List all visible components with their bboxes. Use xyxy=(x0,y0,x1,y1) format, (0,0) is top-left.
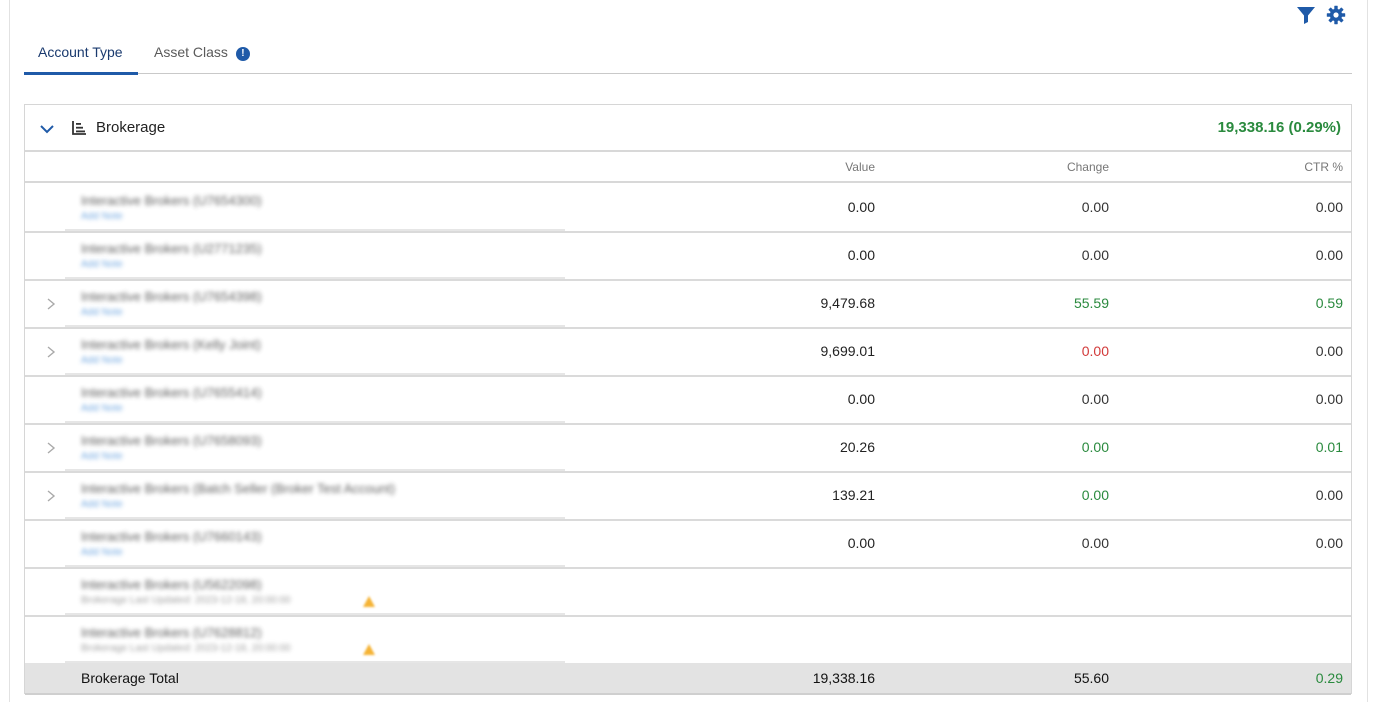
account-name[interactable]: Interactive Brokers (U2771235) xyxy=(81,241,262,256)
table-row[interactable]: Interactive Brokers (Kelly Joint) Add Not… xyxy=(25,329,1351,377)
account-value: 9,479.68 xyxy=(820,295,876,311)
account-name[interactable]: Interactive Brokers (Kelly Joint) xyxy=(81,337,261,352)
toolbar xyxy=(1296,5,1346,25)
group-total-summary: 19,338.16 (0.29%) xyxy=(1217,119,1341,136)
account-change: 0.00 xyxy=(1081,391,1109,407)
last-updated-text: Brokerage Last Updated: 2023-12-18, 20:0… xyxy=(81,595,291,606)
column-change[interactable]: Change xyxy=(1067,160,1109,174)
chevron-right-icon[interactable] xyxy=(45,489,57,503)
tab-account-type[interactable]: Account Type xyxy=(24,38,138,75)
account-change: 0.00 xyxy=(1081,199,1109,215)
last-updated-text: Brokerage Last Updated: 2023-12-18, 20:0… xyxy=(81,643,291,654)
table-row[interactable]: Interactive Brokers (U7655414) Add Note 0.… xyxy=(25,377,1351,425)
warning-icon[interactable] xyxy=(363,644,375,656)
chevron-right-icon[interactable] xyxy=(45,441,57,455)
add-note-link[interactable]: Add Note xyxy=(81,451,123,462)
account-ctr: 0.01 xyxy=(1315,439,1343,455)
view-tabs: Account Type Asset Class! xyxy=(24,38,1352,75)
account-info: Interactive Brokers (U7628812) Brokerage … xyxy=(65,617,565,663)
account-change: 0.00 xyxy=(1081,247,1109,263)
add-note-link[interactable]: Add Note xyxy=(81,355,123,366)
gear-icon[interactable] xyxy=(1326,5,1346,25)
tab-label: Account Type xyxy=(38,44,123,60)
add-note-link[interactable]: Add Note xyxy=(81,499,123,510)
account-info: Interactive Brokers (U7654398) Add Note xyxy=(65,281,565,327)
tab-asset-class[interactable]: Asset Class! xyxy=(154,38,250,74)
brokerage-panel: Brokerage 19,338.16 (0.29%) Value Change… xyxy=(24,104,1352,695)
account-value: 20.26 xyxy=(839,439,875,455)
filter-icon[interactable] xyxy=(1296,5,1316,25)
account-value: 0.00 xyxy=(847,391,875,407)
add-note-link[interactable]: Add Note xyxy=(81,259,123,270)
account-ctr: 0.00 xyxy=(1315,199,1343,215)
account-info: Interactive Brokers (U7658093) Add Note xyxy=(65,425,565,471)
table-row[interactable]: Interactive Brokers (U7628812) Brokerage … xyxy=(25,617,1351,665)
group-header[interactable]: Brokerage 19,338.16 (0.29%) xyxy=(25,105,1351,152)
account-change: 0.00 xyxy=(1081,535,1109,551)
warning-icon[interactable] xyxy=(363,596,375,608)
column-ctr[interactable]: CTR % xyxy=(1304,160,1343,174)
add-note-link[interactable]: Add Note xyxy=(81,307,123,318)
account-info: Interactive Brokers (Kelly Joint) Add Not… xyxy=(65,329,565,375)
account-name[interactable]: Interactive Brokers (U7655414) xyxy=(81,385,262,400)
tab-label: Asset Class xyxy=(154,44,228,60)
account-value: 9,699.01 xyxy=(820,343,876,359)
total-label: Brokerage Total xyxy=(81,670,179,686)
account-name[interactable]: Interactive Brokers (Batch Seller (Broke… xyxy=(81,481,395,496)
account-info: Interactive Brokers (U7660143) Add Note xyxy=(65,521,565,567)
bar-chart-icon xyxy=(72,121,86,135)
account-value: 0.00 xyxy=(847,535,875,551)
account-change: 0.00 xyxy=(1081,343,1109,359)
table-row[interactable]: Interactive Brokers (U7654398) Add Note 9,… xyxy=(25,281,1351,329)
add-note-link[interactable]: Add Note xyxy=(81,403,123,414)
add-note-link[interactable]: Add Note xyxy=(81,211,123,222)
group-total-row: Brokerage Total 19,338.16 55.60 0.29 xyxy=(25,663,1351,695)
total-ctr: 0.29 xyxy=(1315,670,1343,686)
account-info: Interactive Brokers (U2771235) Add Note xyxy=(65,233,565,279)
table-row[interactable]: Interactive Brokers (U5622098) Brokerage … xyxy=(25,569,1351,617)
account-ctr: 0.59 xyxy=(1315,295,1343,311)
account-name[interactable]: Interactive Brokers (U7628812) xyxy=(81,625,262,640)
account-ctr: 0.00 xyxy=(1315,343,1343,359)
account-info: Interactive Brokers (Batch Seller (Broke… xyxy=(65,473,565,519)
account-value: 139.21 xyxy=(832,487,875,503)
chevron-right-icon[interactable] xyxy=(45,297,57,311)
account-change: 0.00 xyxy=(1081,487,1109,503)
account-name[interactable]: Interactive Brokers (U7654300) xyxy=(81,193,262,208)
total-value: 19,338.16 xyxy=(812,670,875,686)
account-ctr: 0.00 xyxy=(1315,247,1343,263)
column-header: Value Change CTR % xyxy=(25,153,1351,183)
account-ctr: 0.00 xyxy=(1315,391,1343,407)
total-change: 55.60 xyxy=(1073,670,1109,686)
account-info: Interactive Brokers (U7655414) Add Note xyxy=(65,377,565,423)
group-title: Brokerage xyxy=(96,119,166,136)
table-row[interactable]: Interactive Brokers (U7654300) Add Note 0.… xyxy=(25,185,1351,233)
chevron-right-icon[interactable] xyxy=(45,345,57,359)
account-ctr: 0.00 xyxy=(1315,487,1343,503)
column-value[interactable]: Value xyxy=(845,160,875,174)
account-change: 55.59 xyxy=(1073,295,1109,311)
info-icon[interactable]: ! xyxy=(235,47,250,61)
table-row[interactable]: Interactive Brokers (Batch Seller (Broke… xyxy=(25,473,1351,521)
account-change: 0.00 xyxy=(1081,439,1109,455)
account-name[interactable]: Interactive Brokers (U5622098) xyxy=(81,577,262,592)
account-info: Interactive Brokers (U5622098) Brokerage … xyxy=(65,569,565,615)
table-row[interactable]: Interactive Brokers (U7658093) Add Note 20… xyxy=(25,425,1351,473)
account-name[interactable]: Interactive Brokers (U7660143) xyxy=(81,529,262,544)
account-ctr: 0.00 xyxy=(1315,535,1343,551)
table-row[interactable]: Interactive Brokers (U7660143) Add Note 0.… xyxy=(25,521,1351,569)
table-row[interactable]: Interactive Brokers (U2771235) Add Note 0.… xyxy=(25,233,1351,281)
account-name[interactable]: Interactive Brokers (U7658093) xyxy=(81,433,262,448)
add-note-link[interactable]: Add Note xyxy=(81,547,123,558)
chevron-down-icon[interactable] xyxy=(39,121,55,137)
account-value: 0.00 xyxy=(847,199,875,215)
account-info: Interactive Brokers (U7654300) Add Note xyxy=(65,185,565,231)
account-value: 0.00 xyxy=(847,247,875,263)
account-name[interactable]: Interactive Brokers (U7654398) xyxy=(81,289,262,304)
